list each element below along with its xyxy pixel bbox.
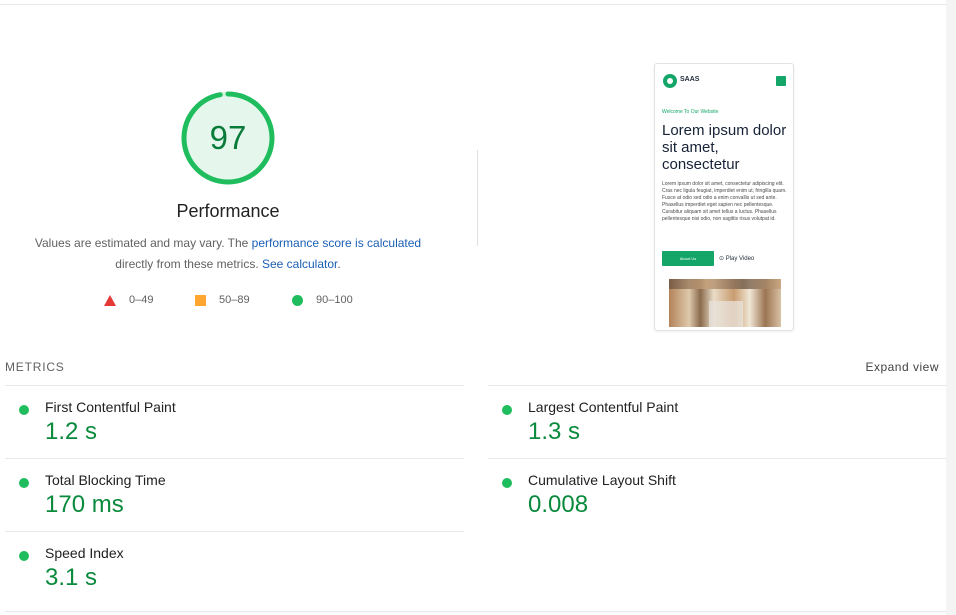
legend-average: 50–89: [195, 292, 250, 308]
vertical-divider: [477, 150, 478, 246]
metric-label: Largest Contentful Paint: [528, 399, 679, 415]
scrollbar-track[interactable]: [946, 0, 956, 615]
metric-label: Total Blocking Time: [45, 472, 166, 488]
metrics-divider: [488, 385, 946, 386]
legend-pass: 90–100: [292, 292, 353, 308]
performance-gauge: 97: [180, 90, 276, 186]
metric-label: Speed Index: [45, 545, 124, 561]
metrics-divider: [5, 385, 464, 386]
metric-total-blocking-time: Total Blocking Time 170 ms: [19, 472, 439, 532]
hamburger-menu-icon: [776, 76, 786, 86]
description-period: .: [337, 256, 341, 271]
metric-value: 1.2 s: [45, 418, 98, 445]
metrics-divider: [5, 458, 464, 459]
metrics-divider: [5, 531, 464, 532]
metric-label: Cumulative Layout Shift: [528, 472, 676, 488]
expand-view-toggle[interactable]: Expand view: [865, 360, 939, 374]
performance-score-link[interactable]: performance score is calculated: [252, 236, 421, 250]
screenshot-about-button: About Us: [662, 251, 714, 266]
legend-average-label: 50–89: [219, 294, 250, 306]
metric-value: 1.3 s: [528, 418, 581, 445]
screenshot-hero-image: [669, 279, 781, 327]
legend-fail: 0–49: [104, 292, 153, 308]
pass-circle-icon: [292, 294, 303, 306]
metric-label: First Contentful Paint: [45, 399, 176, 415]
metric-speed-index: Speed Index 3.1 s: [19, 545, 439, 605]
performance-score: 97: [209, 119, 247, 156]
metrics-divider: [488, 458, 946, 459]
metric-largest-contentful-paint: Largest Contentful Paint 1.3 s: [502, 399, 922, 459]
metric-value: 170 ms: [45, 491, 124, 518]
pass-circle-icon: [19, 478, 29, 488]
metric-value: 0.008: [528, 491, 589, 518]
pass-circle-icon: [19, 551, 29, 561]
pass-circle-icon: [502, 478, 512, 488]
description-text: Values are estimated and may vary. The: [34, 236, 252, 250]
saas-logo-icon: [663, 74, 677, 88]
metric-value: 3.1 s: [45, 564, 98, 591]
final-screenshot: SAAS Welcome To Our Website Lorem ipsum …: [654, 63, 794, 331]
screenshot-heading: Lorem ipsum dolor sit amet, consectetur: [662, 122, 787, 173]
legend-pass-label: 90–100: [316, 294, 353, 306]
top-divider: [0, 4, 946, 5]
screenshot-play-video: ⊙ Play Video: [719, 256, 755, 262]
screenshot-body: Lorem ipsum dolor sit amet, consectetur …: [662, 181, 787, 222]
average-square-icon: [195, 294, 206, 306]
bottom-divider: [5, 611, 946, 612]
screenshot-brand: SAAS: [680, 76, 700, 83]
metrics-heading: METRICS: [5, 360, 65, 374]
fail-triangle-icon: [104, 294, 116, 306]
performance-title: Performance: [176, 201, 280, 221]
metric-cumulative-layout-shift: Cumulative Layout Shift 0.008: [502, 472, 922, 532]
score-description: Values are estimated and may vary. The p…: [18, 233, 438, 274]
pass-circle-icon: [19, 405, 29, 415]
description-text-2: directly from these metrics.: [115, 256, 262, 271]
see-calculator-link[interactable]: See calculator: [262, 257, 337, 271]
metric-first-contentful-paint: First Contentful Paint 1.2 s: [19, 399, 439, 459]
pass-circle-icon: [502, 405, 512, 415]
legend-fail-label: 0–49: [129, 294, 154, 306]
screenshot-welcome: Welcome To Our Website: [662, 109, 719, 115]
